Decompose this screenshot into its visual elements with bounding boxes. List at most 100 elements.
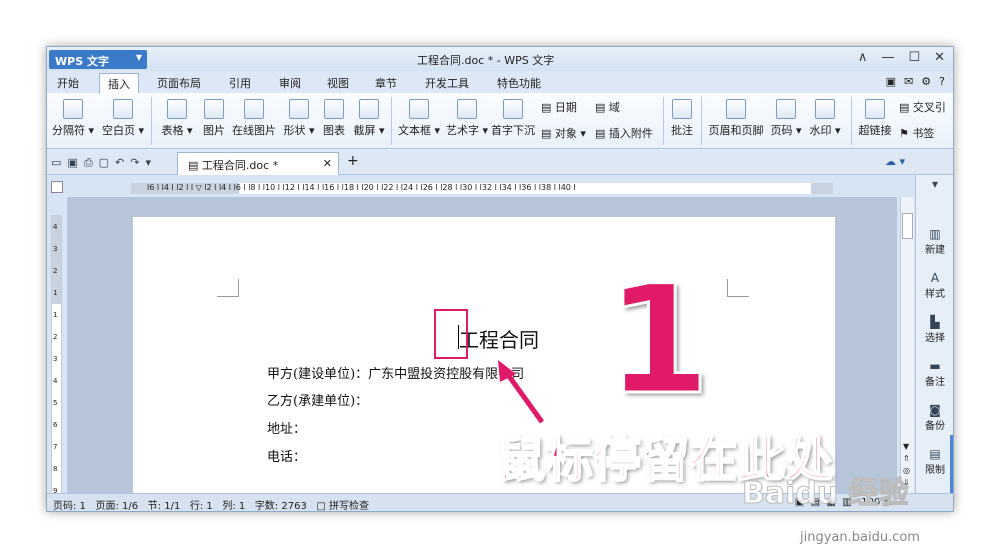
side-filter-button[interactable]: ▾ <box>916 177 953 191</box>
side-backup-label: 备份 <box>925 421 945 432</box>
document-tab[interactable]: ▤ 工程合同.doc * ✕ <box>177 152 339 175</box>
picture-button[interactable]: 图片 <box>199 99 229 138</box>
side-style-label: 样式 <box>925 289 945 300</box>
table-button[interactable]: 表格 ▾ <box>157 99 197 138</box>
page-break-button[interactable]: 分隔符 ▾ <box>51 99 95 138</box>
blank-page-button[interactable]: 空白页 ▾ <box>101 99 145 138</box>
vertical-ruler-label: 4 <box>53 223 58 231</box>
header-footer-button[interactable]: 页眉和页脚 <box>707 99 765 138</box>
bookmark-label: 书签 <box>912 127 935 140</box>
address-line[interactable]: 地址： <box>267 418 306 437</box>
side-style-button[interactable]: A 样式 <box>916 271 953 300</box>
dropcap-button[interactable]: 首字下沉 <box>489 99 537 138</box>
field-label: 域 <box>608 101 620 114</box>
status-col: 列: 1 <box>222 501 246 512</box>
minimize-icon[interactable]: — <box>881 50 894 65</box>
spell-check-toggle[interactable]: □ 拼写检查 <box>316 501 369 511</box>
comment-button[interactable]: 批注 <box>667 99 697 138</box>
field-button[interactable]: ▤ 域 <box>595 99 620 115</box>
menu-item-review[interactable]: 审阅 <box>279 75 301 91</box>
ribbon-divider <box>851 97 852 145</box>
chart-button[interactable]: 图表 <box>319 99 349 138</box>
more-icon[interactable]: ▾ <box>145 156 151 170</box>
status-row: 行: 1 <box>189 501 213 512</box>
side-backup-button[interactable]: ◙ 备份 <box>916 403 953 432</box>
redo-icon[interactable]: ↷ <box>130 156 139 170</box>
menu-item-start[interactable]: 开始 <box>57 75 79 91</box>
scroll-thumb[interactable] <box>902 213 913 239</box>
object-button[interactable]: ▤ 对象 ▾ <box>541 125 586 141</box>
online-picture-button[interactable]: 在线图片 <box>231 99 277 138</box>
open-icon[interactable]: ▭ <box>51 156 61 170</box>
select-icon: ▙ <box>930 315 940 329</box>
vertical-scrollbar[interactable]: ▼ ⇑ ◎ ⇓ <box>900 197 914 493</box>
menu-item-layout[interactable]: 页面布局 <box>157 75 201 91</box>
dropcap-icon <box>503 99 523 119</box>
undo-icon[interactable]: ↶ <box>115 156 124 170</box>
shape-button[interactable]: 形状 ▾ <box>281 99 317 138</box>
document-title[interactable]: 工程合同 <box>459 324 539 353</box>
party-b-line[interactable]: 乙方(承建单位)： <box>267 390 368 409</box>
close-tab-icon[interactable]: ✕ <box>323 157 332 170</box>
maximize-icon[interactable]: ☐ <box>908 50 920 65</box>
prev-page-icon[interactable]: ⇑ <box>903 454 910 463</box>
vertical-ruler[interactable]: 432112345678910 <box>51 215 62 511</box>
blank-page-icon <box>113 99 133 119</box>
side-select-button[interactable]: ▙ 选择 <box>916 315 953 344</box>
new-tab-icon[interactable]: + <box>347 153 359 169</box>
attachment-button[interactable]: ▤ 插入附件 <box>595 125 653 141</box>
watermark-button[interactable]: 水印 ▾ <box>807 99 843 138</box>
mail-icon[interactable]: ✉ <box>904 75 913 88</box>
menu-item-developer[interactable]: 开发工具 <box>425 75 469 91</box>
textbox-button[interactable]: 文本框 ▾ <box>397 99 441 138</box>
cloud-icon[interactable]: ☁ ▾ <box>885 155 905 168</box>
menu-bar: 开始 插入 页面布局 引用 审阅 视图 章节 开发工具 特色功能 ▣ ✉ ⚙ ? <box>47 71 953 93</box>
ribbon-divider <box>663 97 664 145</box>
tab-stop-selector[interactable] <box>51 181 63 193</box>
hyperlink-button[interactable]: 超链接 <box>855 99 895 138</box>
help-icon[interactable]: ? <box>939 75 945 88</box>
cross-reference-icon: ▤ <box>899 101 913 114</box>
textbox-icon <box>409 99 429 119</box>
vertical-ruler-label: 8 <box>53 465 58 473</box>
settings-icon[interactable]: ⚙ <box>921 75 931 88</box>
textbox-label: 文本框 ▾ <box>397 124 441 137</box>
status-words[interactable]: 字数: 2763 <box>255 501 307 511</box>
save-icon[interactable]: ▣ <box>67 156 77 170</box>
page-number-icon <box>776 99 796 119</box>
side-select-label: 选择 <box>925 333 945 344</box>
wps-app-button[interactable]: WPS 文字 ▼ <box>49 50 147 69</box>
menu-item-features[interactable]: 特色功能 <box>497 75 541 91</box>
menu-item-view[interactable]: 视图 <box>327 75 349 91</box>
cross-reference-button[interactable]: ▤ 交叉引 <box>899 99 946 115</box>
side-note-button[interactable]: ▬ 备注 <box>916 359 953 388</box>
side-new-button[interactable]: ▥ 新建 <box>916 227 953 256</box>
vertical-ruler-label: 2 <box>53 333 58 341</box>
scroll-down-icon[interactable]: ▼ <box>903 442 909 451</box>
bookmark-button[interactable]: ⚑ 书签 <box>899 125 934 141</box>
print-icon[interactable]: ⎙ <box>84 156 93 170</box>
status-page: 页码: 1 <box>53 501 86 512</box>
vertical-ruler-label: 3 <box>53 245 58 253</box>
collapse-ribbon-icon[interactable]: ∧ <box>858 50 868 65</box>
wordart-button[interactable]: 艺术字 ▾ <box>445 99 489 138</box>
watermark-url: jingyan.baidu.com <box>800 530 920 545</box>
watermark-icon <box>815 99 835 119</box>
vertical-ruler-label: 1 <box>53 311 58 319</box>
screenshot-button[interactable]: 截屏 ▾ <box>351 99 387 138</box>
vertical-ruler-label: 1 <box>53 289 58 297</box>
menu-item-chapter[interactable]: 章节 <box>375 75 397 91</box>
skin-icon[interactable]: ▣ <box>886 75 896 88</box>
phone-line[interactable]: 电话： <box>267 446 306 465</box>
page-number-button[interactable]: 页码 ▾ <box>769 99 803 138</box>
horizontal-ruler[interactable]: l6 l l4 l l2 l l ▽ l2 l l4 l l6 l l8 l l… <box>131 183 833 194</box>
preview-icon[interactable]: ▢ <box>99 156 109 170</box>
close-icon[interactable]: ✕ <box>934 50 945 65</box>
menu-item-reference[interactable]: 引用 <box>229 75 251 91</box>
backup-icon: ◙ <box>929 403 941 417</box>
window-title: 工程合同.doc * - WPS 文字 <box>417 54 555 67</box>
online-picture-label: 在线图片 <box>232 124 276 137</box>
side-restrict-button[interactable]: ▤ 限制 <box>916 447 953 476</box>
menu-item-insert[interactable]: 插入 <box>99 73 139 93</box>
date-button[interactable]: ▤ 日期 <box>541 99 577 115</box>
